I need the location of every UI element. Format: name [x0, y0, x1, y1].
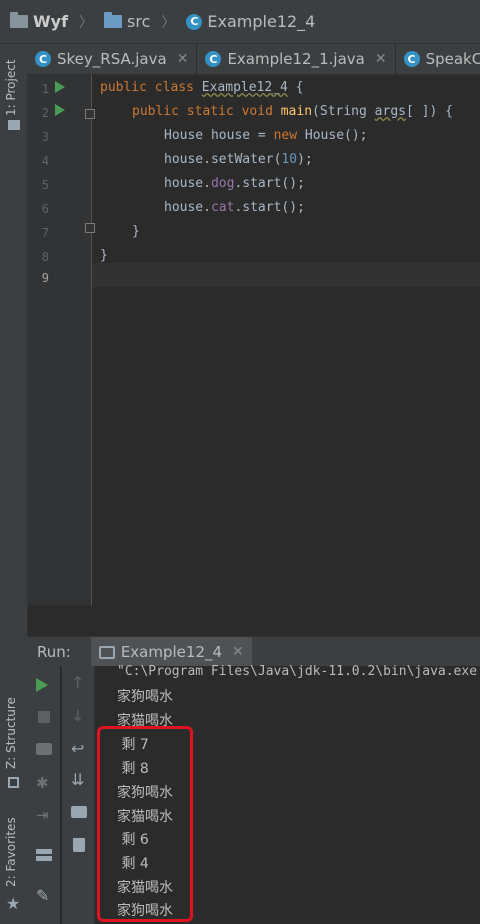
java-class-icon: C: [205, 51, 222, 67]
navigation-bar: Wyf 〉 src 〉 C Example12_4: [0, 0, 480, 44]
favorites-tool-tab[interactable]: 2: Favorites: [4, 817, 18, 887]
editor-gutter: 1 2 3 4 5 6 7 8 9: [27, 75, 95, 605]
chevron-right-icon: 〉: [161, 14, 176, 31]
java-class-icon: C: [186, 13, 203, 30]
debug-bug-icon[interactable]: ✱: [36, 775, 52, 791]
breadcrumb: Wyf 〉 src 〉 C Example12_4: [10, 12, 315, 32]
tab-skey-rsa[interactable]: C Skey_RSA.java ✕: [27, 44, 198, 74]
run-tab-example12-4[interactable]: Example12_4 ✕: [90, 637, 252, 667]
console-line: "C:\Program Files\Java\jdk-11.0.2\bin\ja…: [117, 664, 478, 679]
line-number: 1: [41, 82, 49, 96]
camera-icon[interactable]: [36, 743, 52, 755]
breadcrumb-project[interactable]: Wyf: [33, 12, 68, 31]
tab-label: SpeakCar: [425, 50, 480, 68]
project-tool-tab[interactable]: 1: Project: [4, 59, 18, 116]
line-number: 5: [41, 178, 49, 192]
trash-icon[interactable]: [73, 838, 85, 852]
close-icon[interactable]: ✕: [177, 51, 189, 67]
rerun-icon[interactable]: [36, 678, 48, 692]
fold-icon[interactable]: [85, 109, 95, 119]
code-line-2: public static void main(String args[ ]) …: [132, 104, 453, 119]
console-toolbar: ↑ ↓ ↩ ⇊: [62, 666, 95, 924]
tab-label: Skey_RSA.java: [57, 50, 167, 68]
line-number: 8: [41, 250, 49, 264]
console-icon: [98, 645, 115, 659]
run-main-icon[interactable]: [55, 104, 65, 116]
code-line-1: public class Example12_4 {: [100, 80, 304, 95]
favorites-star-icon[interactable]: ★: [6, 894, 20, 913]
close-icon[interactable]: ✕: [232, 644, 244, 660]
down-arrow-icon[interactable]: ↓: [71, 708, 87, 724]
run-class-icon[interactable]: [55, 81, 65, 93]
close-icon[interactable]: ✕: [375, 51, 387, 67]
code-line-6: house.cat.start();: [164, 200, 305, 215]
current-line-highlight: [92, 263, 480, 287]
code-line-5: house.dog.start();: [164, 176, 305, 191]
code-line-7: }: [132, 224, 140, 239]
code-line-4: house.setWater(10);: [164, 152, 313, 167]
structure-tool-icon[interactable]: [8, 777, 19, 788]
run-panel: ✱ ⇥ ✎ ↑ ↓ ↩ ⇊: [27, 666, 480, 924]
fold-icon[interactable]: [85, 223, 95, 233]
layout-icon[interactable]: [36, 849, 52, 861]
tab-example12-1[interactable]: C Example12_1.java ✕: [197, 44, 396, 74]
run-toolbar: ✱ ⇥ ✎: [27, 666, 60, 924]
line-number: 4: [41, 154, 49, 168]
left-tool-strip: 1: Project Z: Structure ★ 2: Favorites: [0, 44, 28, 924]
soft-wrap-icon[interactable]: ↩: [71, 741, 87, 757]
chevron-right-icon: 〉: [79, 14, 94, 31]
tab-label: Example12_1.java: [227, 50, 365, 68]
run-tab-label: Example12_4: [120, 643, 223, 661]
run-label: Run:: [37, 643, 71, 661]
source-folder-icon: [104, 12, 123, 28]
print-icon[interactable]: [71, 806, 87, 818]
line-number: 6: [41, 202, 49, 216]
breadcrumb-file[interactable]: Example12_4: [207, 12, 315, 31]
stop-icon[interactable]: [38, 711, 50, 723]
structure-tool-tab[interactable]: Z: Structure: [4, 697, 18, 769]
console-line: 家狗喝水: [117, 689, 173, 705]
exit-icon[interactable]: ⇥: [36, 807, 52, 823]
editor-tabs: C Skey_RSA.java ✕ C Example12_1.java ✕ C…: [27, 44, 480, 75]
code-line-8: }: [100, 248, 108, 263]
pin-icon[interactable]: ✎: [36, 888, 52, 904]
up-arrow-icon[interactable]: ↑: [71, 675, 87, 691]
line-number: 3: [41, 130, 49, 144]
code-line-3: House house = new House();: [164, 128, 368, 143]
scroll-to-end-icon[interactable]: ⇊: [71, 772, 87, 788]
line-number: 7: [41, 226, 49, 240]
run-panel-header: Run: Example12_4 ✕: [27, 636, 480, 667]
java-class-icon: C: [35, 51, 51, 67]
project-folder-icon: [10, 12, 28, 28]
tab-speakcar[interactable]: C SpeakCar: [396, 44, 480, 74]
breadcrumb-folder[interactable]: src: [127, 12, 150, 31]
line-number: 9: [41, 271, 49, 285]
java-class-icon: C: [403, 51, 420, 67]
highlight-annotation-box: [97, 726, 193, 922]
line-number: 2: [41, 106, 49, 120]
project-tool-icon[interactable]: [8, 120, 20, 130]
code-editor[interactable]: 1 2 3 4 5 6 7 8 9 public class Example12…: [27, 75, 480, 605]
